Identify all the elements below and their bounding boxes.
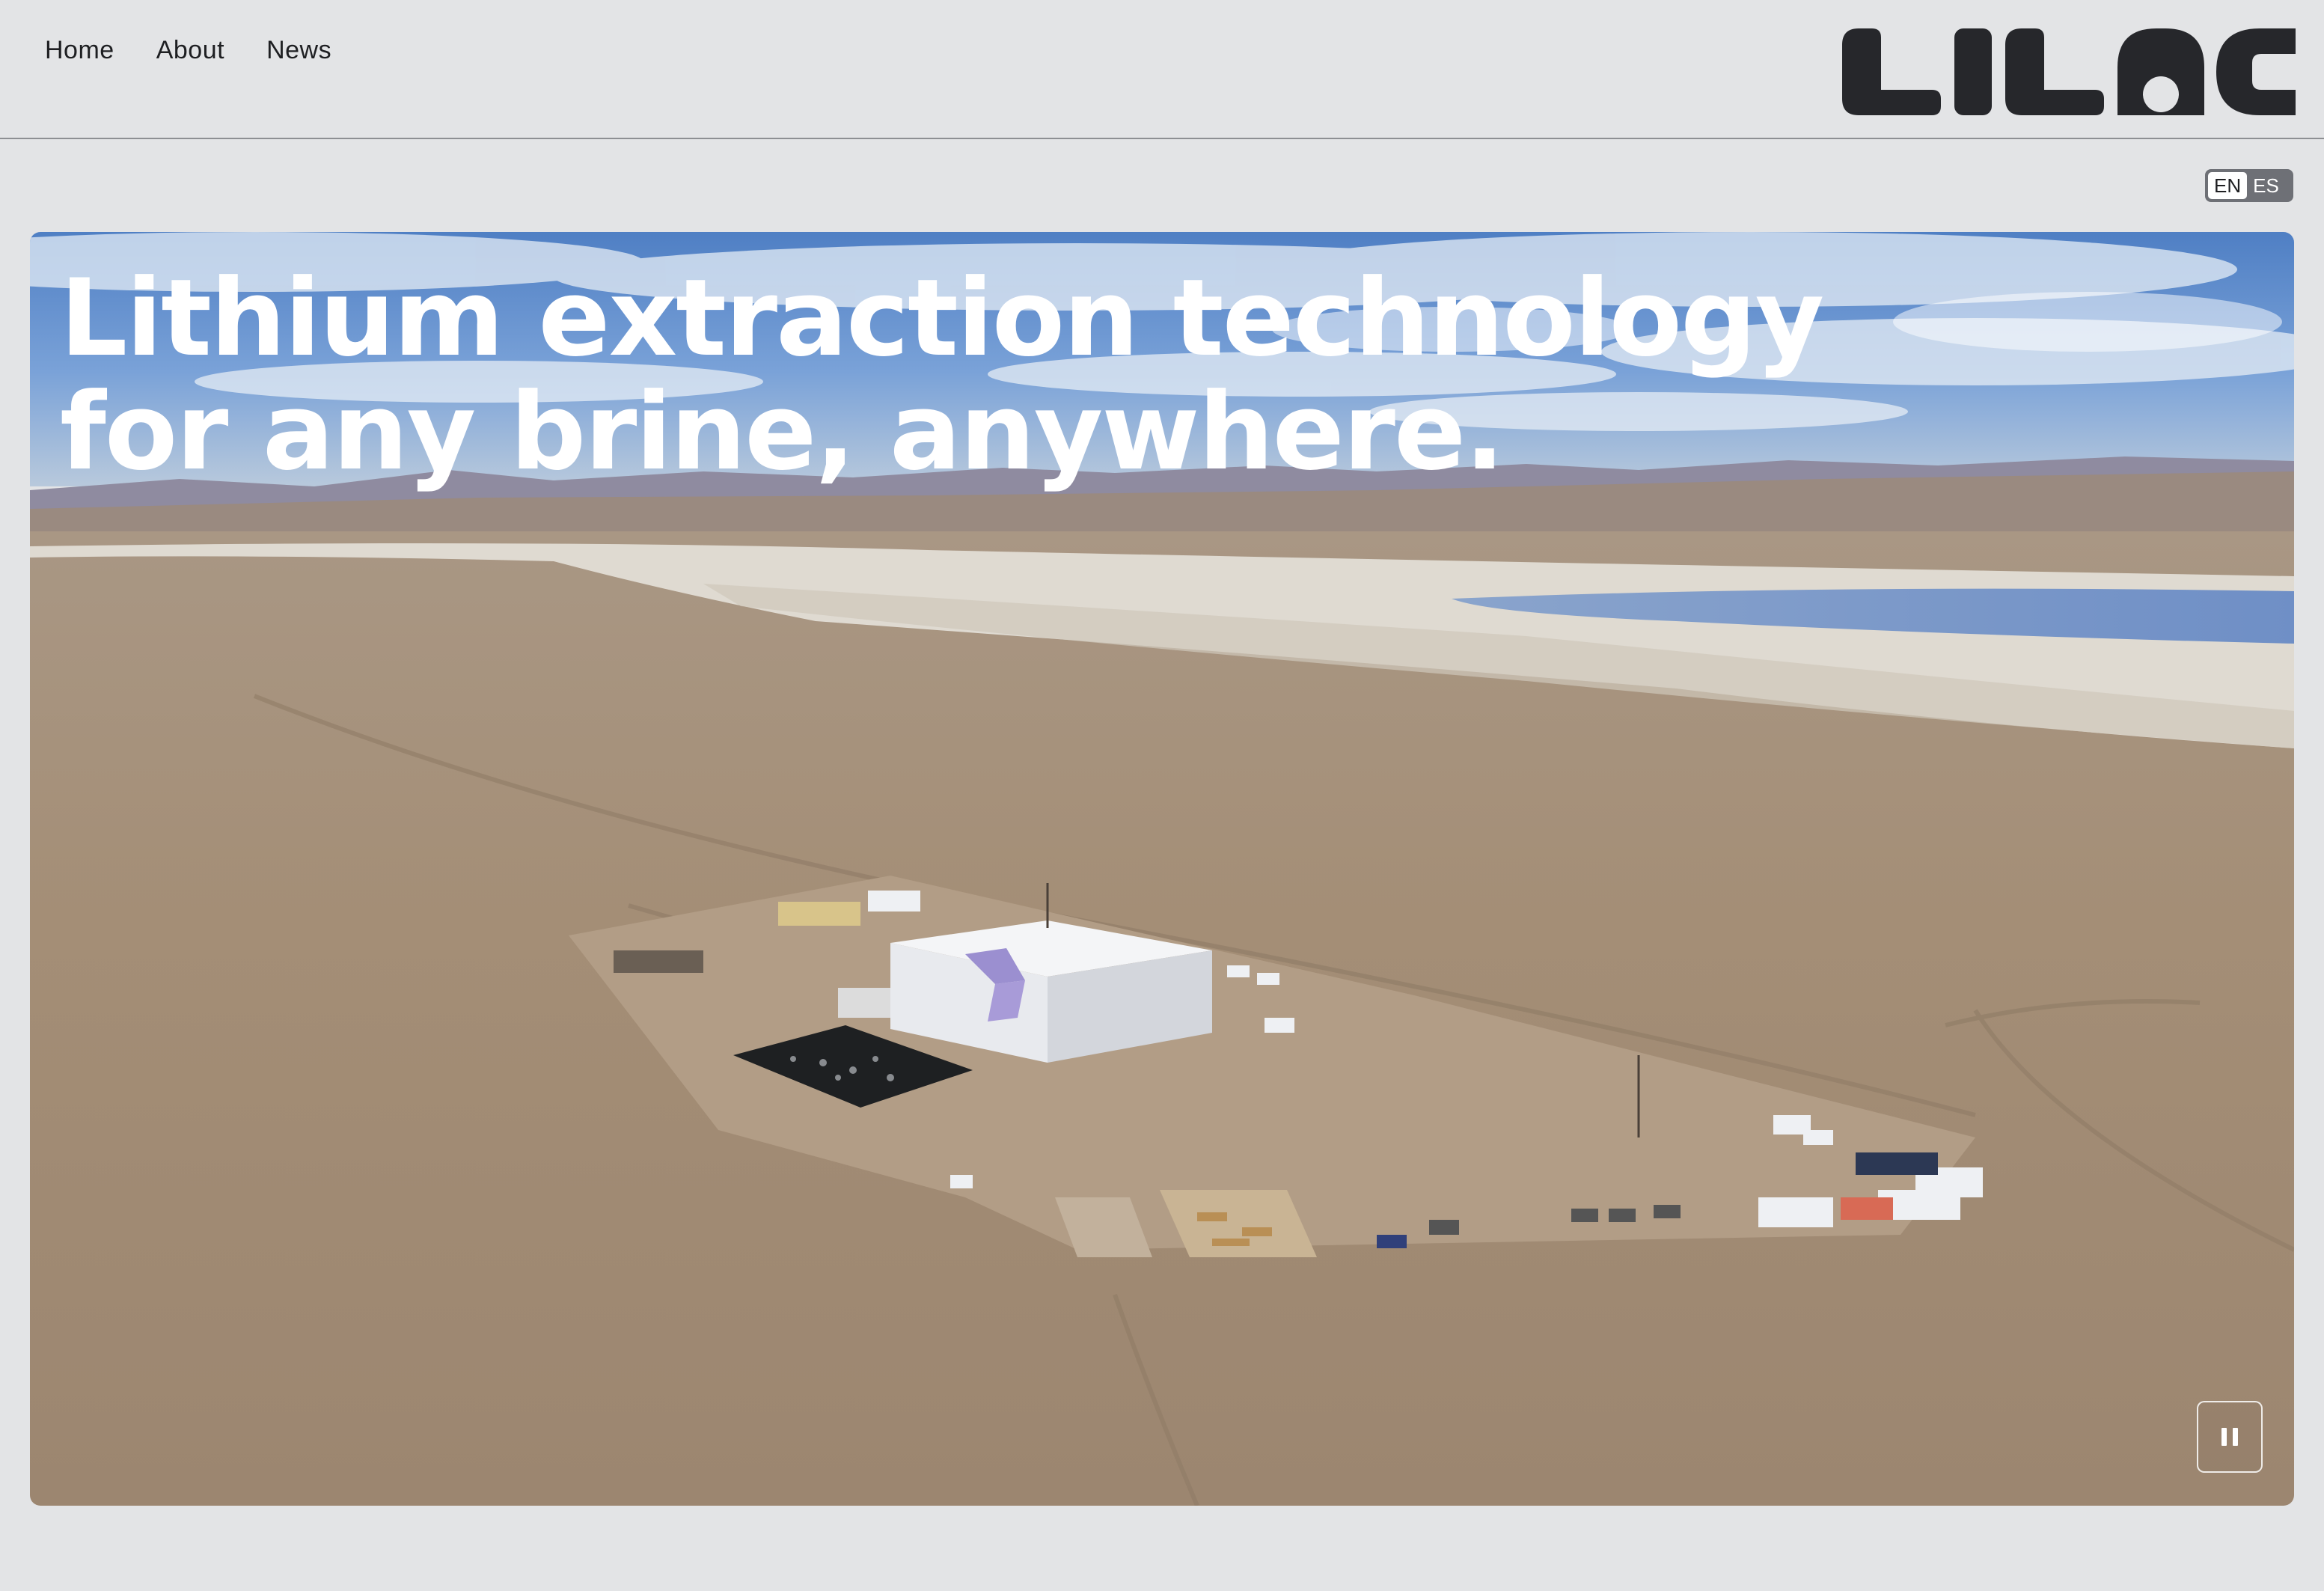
language-toggle: EN ES <box>2205 169 2293 202</box>
site-header: Home About News <box>0 0 2324 139</box>
nav-home-link[interactable]: Home <box>45 36 114 65</box>
lilac-logo[interactable] <box>1842 28 2296 115</box>
pause-icon <box>2221 1428 2227 1446</box>
page: Home About News EN ES Lithium extraction… <box>0 0 2324 1591</box>
main-nav: Home About News <box>45 36 331 65</box>
hero-video: Lithium extraction technology for any br… <box>30 232 2294 1506</box>
nav-about-link[interactable]: About <box>156 36 224 65</box>
pause-button[interactable] <box>2197 1401 2263 1473</box>
nav-news-link[interactable]: News <box>266 36 331 65</box>
lang-en-option[interactable]: EN <box>2208 172 2248 199</box>
pause-icon-bar <box>2233 1428 2238 1446</box>
hero-headline: Lithium extraction technology for any br… <box>60 257 1824 494</box>
lang-es-option[interactable]: ES <box>2247 172 2285 199</box>
